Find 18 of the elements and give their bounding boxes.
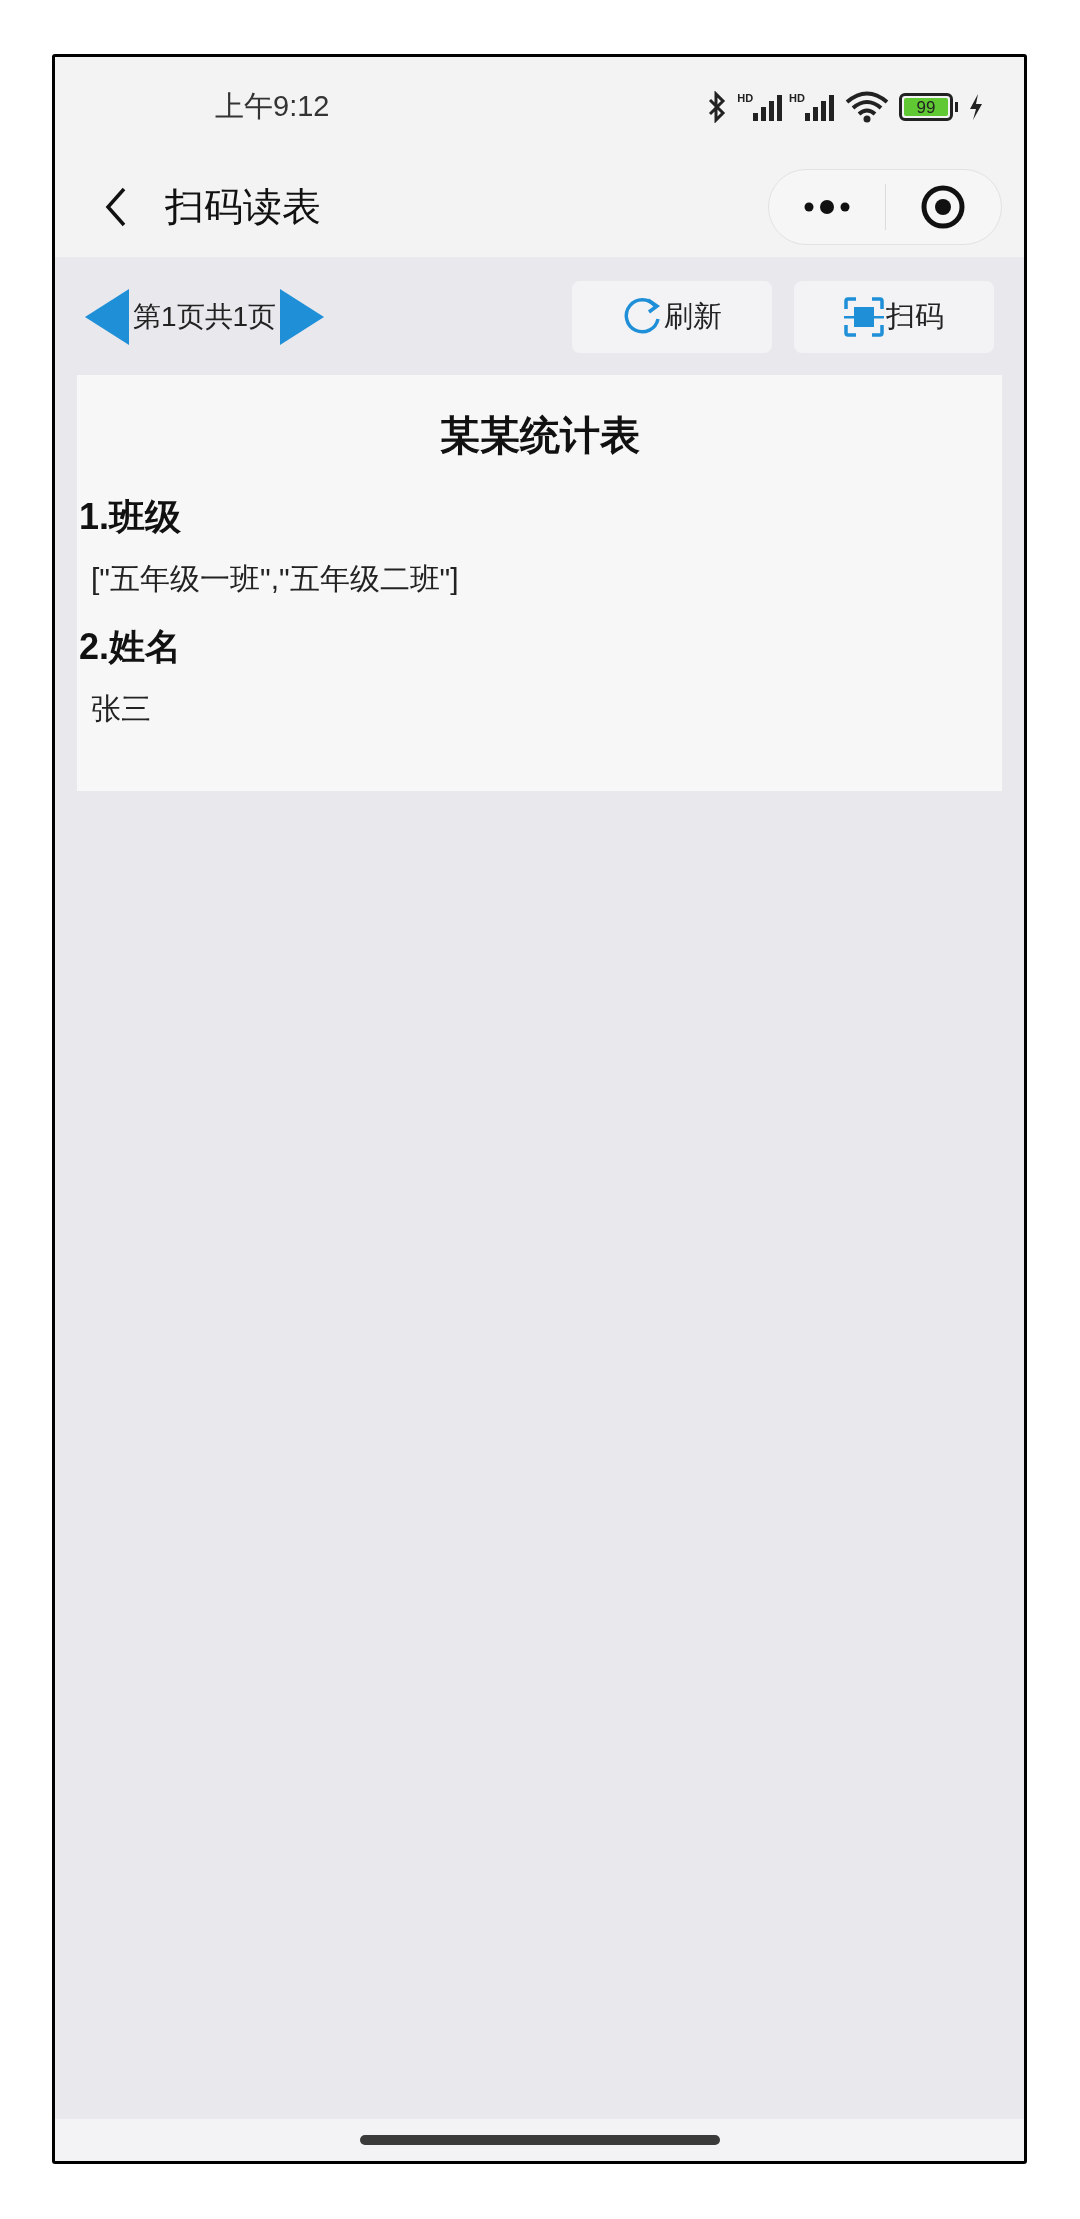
answer-text: ["五年级一班","五年级二班"]: [90, 561, 460, 597]
next-page-icon[interactable]: [280, 289, 325, 345]
refresh-button[interactable]: 刷新: [572, 281, 772, 353]
status-time: 上午9:12: [215, 89, 330, 125]
answer-text: 张三: [90, 691, 152, 727]
scan-icon: [844, 297, 884, 337]
form-title: 某某统计表: [439, 412, 640, 459]
page-indicator: 第1页共1页: [133, 300, 277, 334]
previous-page-icon[interactable]: [85, 289, 129, 345]
bluetooth-icon: [707, 91, 728, 123]
question-label: 1.班级: [78, 495, 183, 539]
back-icon[interactable]: [105, 187, 127, 227]
scan-button[interactable]: 扫码: [794, 281, 994, 353]
page-title: 扫码读表: [165, 183, 321, 230]
target-icon: [920, 184, 967, 230]
question-label: 2.姓名: [78, 625, 183, 669]
refresh-icon: [622, 297, 662, 337]
wifi-icon: [845, 91, 889, 123]
